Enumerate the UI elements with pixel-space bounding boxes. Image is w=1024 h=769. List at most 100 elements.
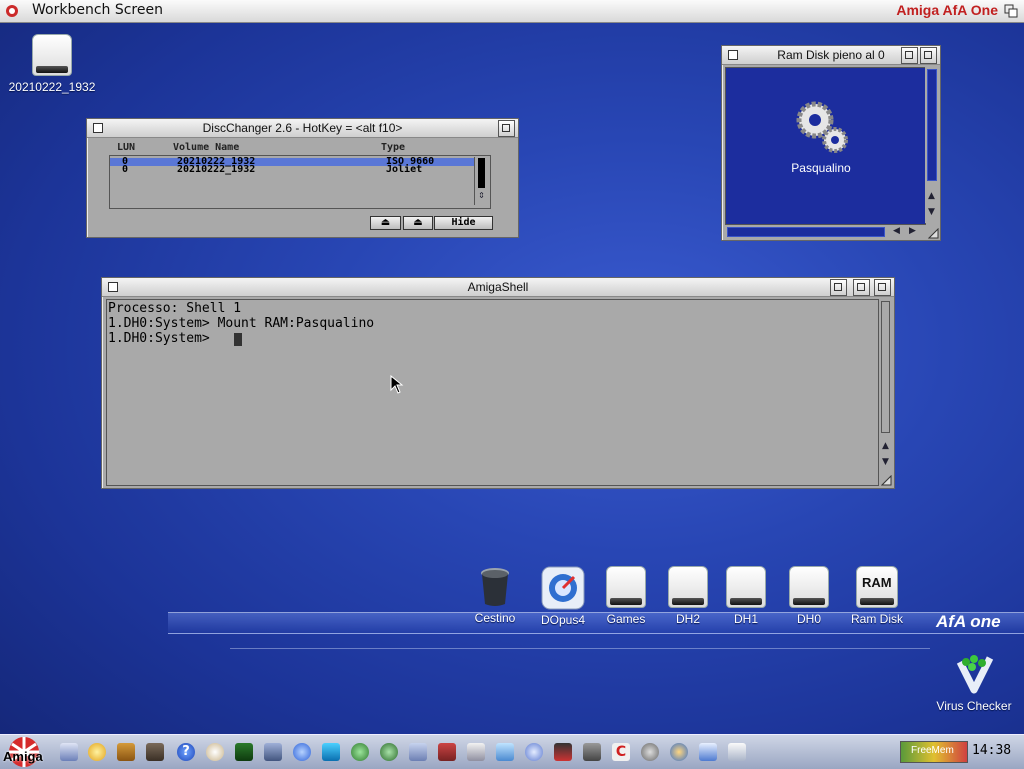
browser-icon[interactable] [525, 743, 543, 761]
dock-label: DH0 [796, 612, 821, 626]
shell-console[interactable]: Processo: Shell 1 1.DH0:System> Mount RA… [106, 299, 879, 486]
dock-item-dh1[interactable]: DH1 [716, 566, 776, 626]
iconify-icon[interactable] [830, 279, 847, 296]
scroll-knob[interactable] [478, 158, 485, 188]
resize-icon[interactable] [881, 475, 892, 486]
briefcase-icon[interactable] [117, 743, 135, 761]
list-scrollbar[interactable]: ⇕ [474, 157, 489, 205]
dock-item-dopus4[interactable]: DOpus4 [533, 566, 593, 627]
disc-icon[interactable] [206, 743, 224, 761]
scroll-down-icon[interactable]: ▼ [880, 457, 891, 468]
scroll-knob[interactable] [927, 69, 937, 181]
afaone-logo: AfA one [936, 612, 1001, 631]
window-icon[interactable] [409, 743, 427, 761]
notepad-icon[interactable] [496, 743, 514, 761]
virus-checker-label: Virus Checker [936, 699, 1012, 713]
scroll-right-icon[interactable]: ▶ [907, 226, 918, 237]
ramdisk-title-bar[interactable]: Ram Disk pieno al 0 [722, 46, 940, 65]
chip-icon[interactable] [235, 743, 253, 761]
amigashell-window[interactable]: AmigaShell Processo: Shell 1 1.DH0:Syste… [101, 277, 895, 489]
ram-icon-text: RAM [862, 575, 892, 590]
earth-icon[interactable] [351, 743, 369, 761]
screen-title: Workbench Screen [32, 2, 163, 18]
dock-item-ram-disk[interactable]: RAM Ram Disk [847, 566, 907, 626]
console-prompt: 1.DH0:System> [108, 331, 218, 346]
dock-item-dh0[interactable]: DH0 [779, 566, 839, 626]
freemem-gauge[interactable]: FreeMem [900, 741, 968, 763]
resize-icon[interactable] [928, 228, 939, 239]
amiga-afa-logo: Amiga AfA One [896, 2, 998, 18]
row-lun: 0 [122, 164, 129, 175]
close-icon[interactable] [728, 50, 738, 60]
start-button[interactable]: Amiga [0, 735, 48, 769]
cd-player-icon[interactable] [641, 743, 659, 761]
scroll-up-icon[interactable]: ▲ [926, 191, 937, 202]
tools-icon[interactable] [467, 743, 485, 761]
volume-list[interactable]: 0 20210222_1932 ISO 9660 0 20210222_1932… [109, 155, 491, 209]
dock-item-dh2[interactable]: DH2 [658, 566, 718, 626]
depth-icon[interactable] [498, 120, 515, 137]
ramdisk-content[interactable]: Pasqualino [725, 67, 926, 225]
disc-volume-icon[interactable]: 20210222_1932 [4, 34, 100, 94]
scroll-updown-icon[interactable]: ⇕ [476, 190, 487, 201]
dock-item-games[interactable]: Games [596, 566, 656, 626]
dock-label: DOpus4 [540, 613, 586, 627]
vertical-scrollbar[interactable]: ▲ ▼ [925, 67, 938, 223]
terminal-icon[interactable] [583, 743, 601, 761]
globe-icon[interactable] [293, 743, 311, 761]
clipboard-icon[interactable] [728, 743, 746, 761]
monitor-icon[interactable] [322, 743, 340, 761]
load-icon[interactable]: ⏏ [403, 216, 433, 230]
image-viewer-icon[interactable] [699, 743, 717, 761]
header-volume-name: Volume Name [173, 142, 240, 153]
depth-icon[interactable] [874, 279, 891, 296]
scroll-up-icon[interactable]: ▲ [880, 441, 891, 452]
dock-item-cestino[interactable]: Cestino [465, 566, 525, 625]
dock-label: DH1 [733, 612, 758, 626]
scroll-left-icon[interactable]: ◀ [891, 226, 902, 237]
zoom-icon[interactable] [901, 47, 918, 64]
list-item[interactable]: 0 20210222_1932 Joliet [110, 164, 474, 175]
screen-depth-icon[interactable] [1004, 3, 1020, 19]
close-icon[interactable] [93, 123, 103, 133]
discchanger-title-bar[interactable]: DiscChanger 2.6 - HotKey = <alt f10> [87, 119, 518, 138]
discchanger-window[interactable]: DiscChanger 2.6 - HotKey = <alt f10> LUN… [86, 118, 519, 238]
row-volume: 20210222_1932 [177, 164, 256, 175]
help-icon[interactable]: ? [177, 743, 195, 761]
save-icon[interactable] [60, 743, 78, 761]
commodore-icon[interactable]: C [612, 743, 630, 761]
text-cursor [234, 333, 242, 346]
hscroll-knob[interactable] [727, 227, 885, 237]
taskbar[interactable]: Amiga ? C FreeMem 14:38 [0, 734, 1024, 769]
console-line: 1.DH0:System> Mount RAM:Pasqualino [108, 316, 375, 331]
vertical-scrollbar[interactable]: ▲ ▼ [879, 299, 892, 484]
trash-icon [481, 568, 509, 606]
scroll-knob[interactable] [881, 301, 890, 433]
eject-icon[interactable]: ⏏ [370, 216, 401, 230]
ramdisk-window[interactable]: Ram Disk pieno al 0 Pasqualino ▲ ▼ ◀ ▶ [721, 45, 941, 241]
bug-icon[interactable] [146, 743, 164, 761]
ramdisk-title: Ram Disk pieno al 0 [777, 48, 885, 62]
calculator-icon[interactable] [438, 743, 456, 761]
scroll-down-icon[interactable]: ▼ [926, 207, 937, 218]
game-icon[interactable] [554, 743, 572, 761]
shell-title-bar[interactable]: AmigaShell [102, 278, 894, 297]
settings-icon[interactable] [264, 743, 282, 761]
network-icon[interactable] [380, 743, 398, 761]
horizontal-scrollbar[interactable]: ◀ ▶ [725, 225, 925, 238]
screen-title-bar[interactable]: Workbench Screen Amiga AfA One [0, 0, 1024, 23]
close-icon[interactable] [108, 282, 118, 292]
drawer-pasqualino[interactable]: Pasqualino [786, 98, 856, 175]
media-icon[interactable] [670, 743, 688, 761]
depth-icon[interactable] [920, 47, 937, 64]
gears-icon [796, 101, 848, 153]
amiga-ball-icon[interactable] [5, 4, 19, 18]
zoom-icon[interactable] [853, 279, 870, 296]
dock-label: Ram Disk [850, 612, 903, 626]
dock-label: DH2 [675, 612, 700, 626]
hide-button[interactable]: Hide [434, 216, 493, 230]
row-type: Joliet [386, 164, 423, 175]
drive-icon [606, 566, 646, 608]
virus-checker-icon[interactable]: Virus Checker [924, 654, 1024, 713]
key-icon[interactable] [88, 743, 106, 761]
